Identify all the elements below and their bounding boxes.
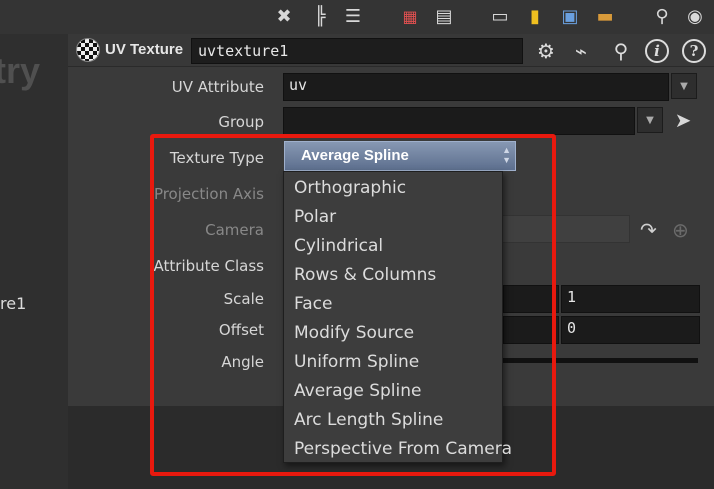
search-icon[interactable]: ⚲ — [649, 3, 675, 29]
group-label: Group — [218, 113, 264, 131]
palette-icon[interactable]: ▦ — [397, 3, 423, 29]
cursor-select-icon[interactable]: ➤ — [670, 107, 696, 133]
chevron-down-icon: ▼ — [646, 114, 654, 126]
uv-attribute-label: UV Attribute — [171, 78, 264, 96]
search-icon[interactable]: ⚲ — [607, 37, 635, 65]
list-icon[interactable]: ☰ — [340, 3, 366, 29]
network-pane — [0, 34, 68, 489]
group-dropdown[interactable]: ▼ — [637, 107, 663, 133]
sticky-note-icon[interactable]: ▮ — [522, 3, 548, 29]
tools-icon[interactable]: ✖ — [271, 3, 297, 29]
gear-icon[interactable]: ⚙ — [532, 37, 560, 65]
node-type-label: UV Texture — [105, 41, 184, 58]
info-icon[interactable]: i — [645, 39, 669, 63]
broom-icon[interactable]: ⌁ — [567, 37, 595, 65]
group-field[interactable] — [283, 107, 635, 135]
uv-attribute-field[interactable]: uv — [283, 73, 669, 101]
uv-attribute-dropdown[interactable]: ▼ — [671, 73, 697, 99]
node-name-field[interactable]: uvtexture1 — [191, 38, 523, 64]
chevron-down-icon: ▼ — [680, 80, 688, 92]
scale-y-field[interactable]: 1 — [561, 285, 700, 313]
uv-texture-node-icon[interactable] — [76, 38, 100, 62]
offset-y-field[interactable]: 0 — [561, 316, 700, 344]
grid-icon[interactable]: ▤ — [431, 3, 457, 29]
top-toolbar: ✖ ╠ ☰ ▦ ▤ ▭ ▮ ▣ ▬ ⚲ ◉ — [0, 0, 714, 34]
pane-title-partial: try — [0, 50, 41, 91]
image-add-icon[interactable]: ▣ — [557, 3, 583, 29]
jump-arrow-icon[interactable]: ↷ — [640, 218, 657, 242]
eye-icon[interactable]: ◉ — [682, 3, 708, 29]
node-label-partial[interactable]: re1 — [0, 294, 26, 313]
node-pick-icon[interactable]: ⊕ — [672, 218, 689, 242]
highlight-box — [150, 134, 556, 476]
help-icon[interactable]: ? — [682, 39, 706, 63]
tree-icon[interactable]: ╠ — [307, 3, 333, 29]
box-icon[interactable]: ▬ — [592, 3, 618, 29]
layout-icon[interactable]: ▭ — [487, 3, 513, 29]
